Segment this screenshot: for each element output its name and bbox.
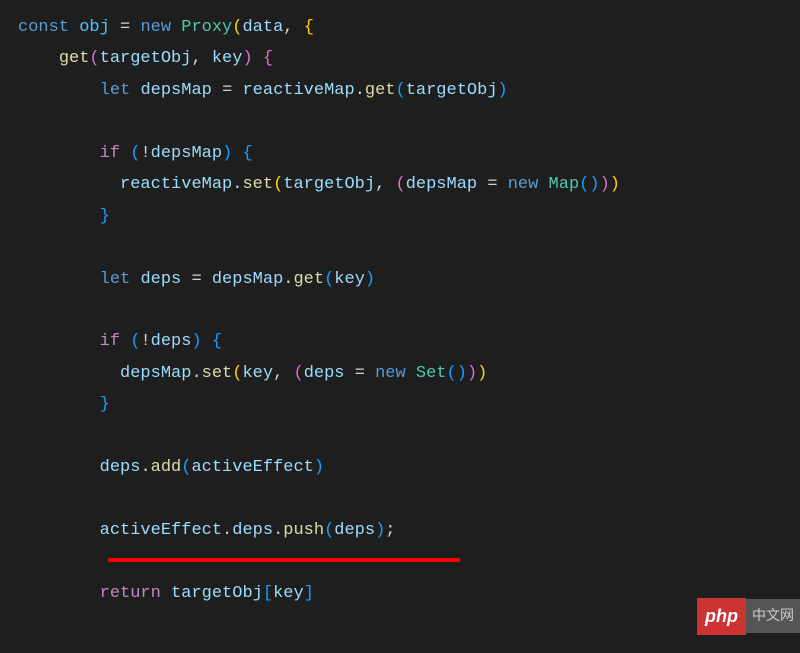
keyword-new: new (140, 18, 171, 37)
keyword-if: if (100, 144, 120, 163)
var-obj: obj (79, 18, 110, 37)
highlighted-line: activeEffect (100, 521, 222, 540)
watermark-php-logo: php (697, 598, 746, 635)
keyword-const: const (18, 18, 69, 37)
keyword-let: let (100, 81, 131, 100)
highlight-underline (108, 558, 460, 562)
watermark-cn-text: 中文网 (746, 599, 800, 633)
method-get: get (59, 49, 90, 68)
class-set: Set (416, 364, 447, 383)
class-map: Map (549, 175, 580, 194)
class-proxy: Proxy (181, 18, 232, 37)
var-data: data (242, 18, 283, 37)
watermark: php 中文网 (697, 598, 800, 635)
code-block: const obj = new Proxy(data, { get(target… (18, 12, 800, 609)
keyword-return: return (100, 584, 161, 603)
